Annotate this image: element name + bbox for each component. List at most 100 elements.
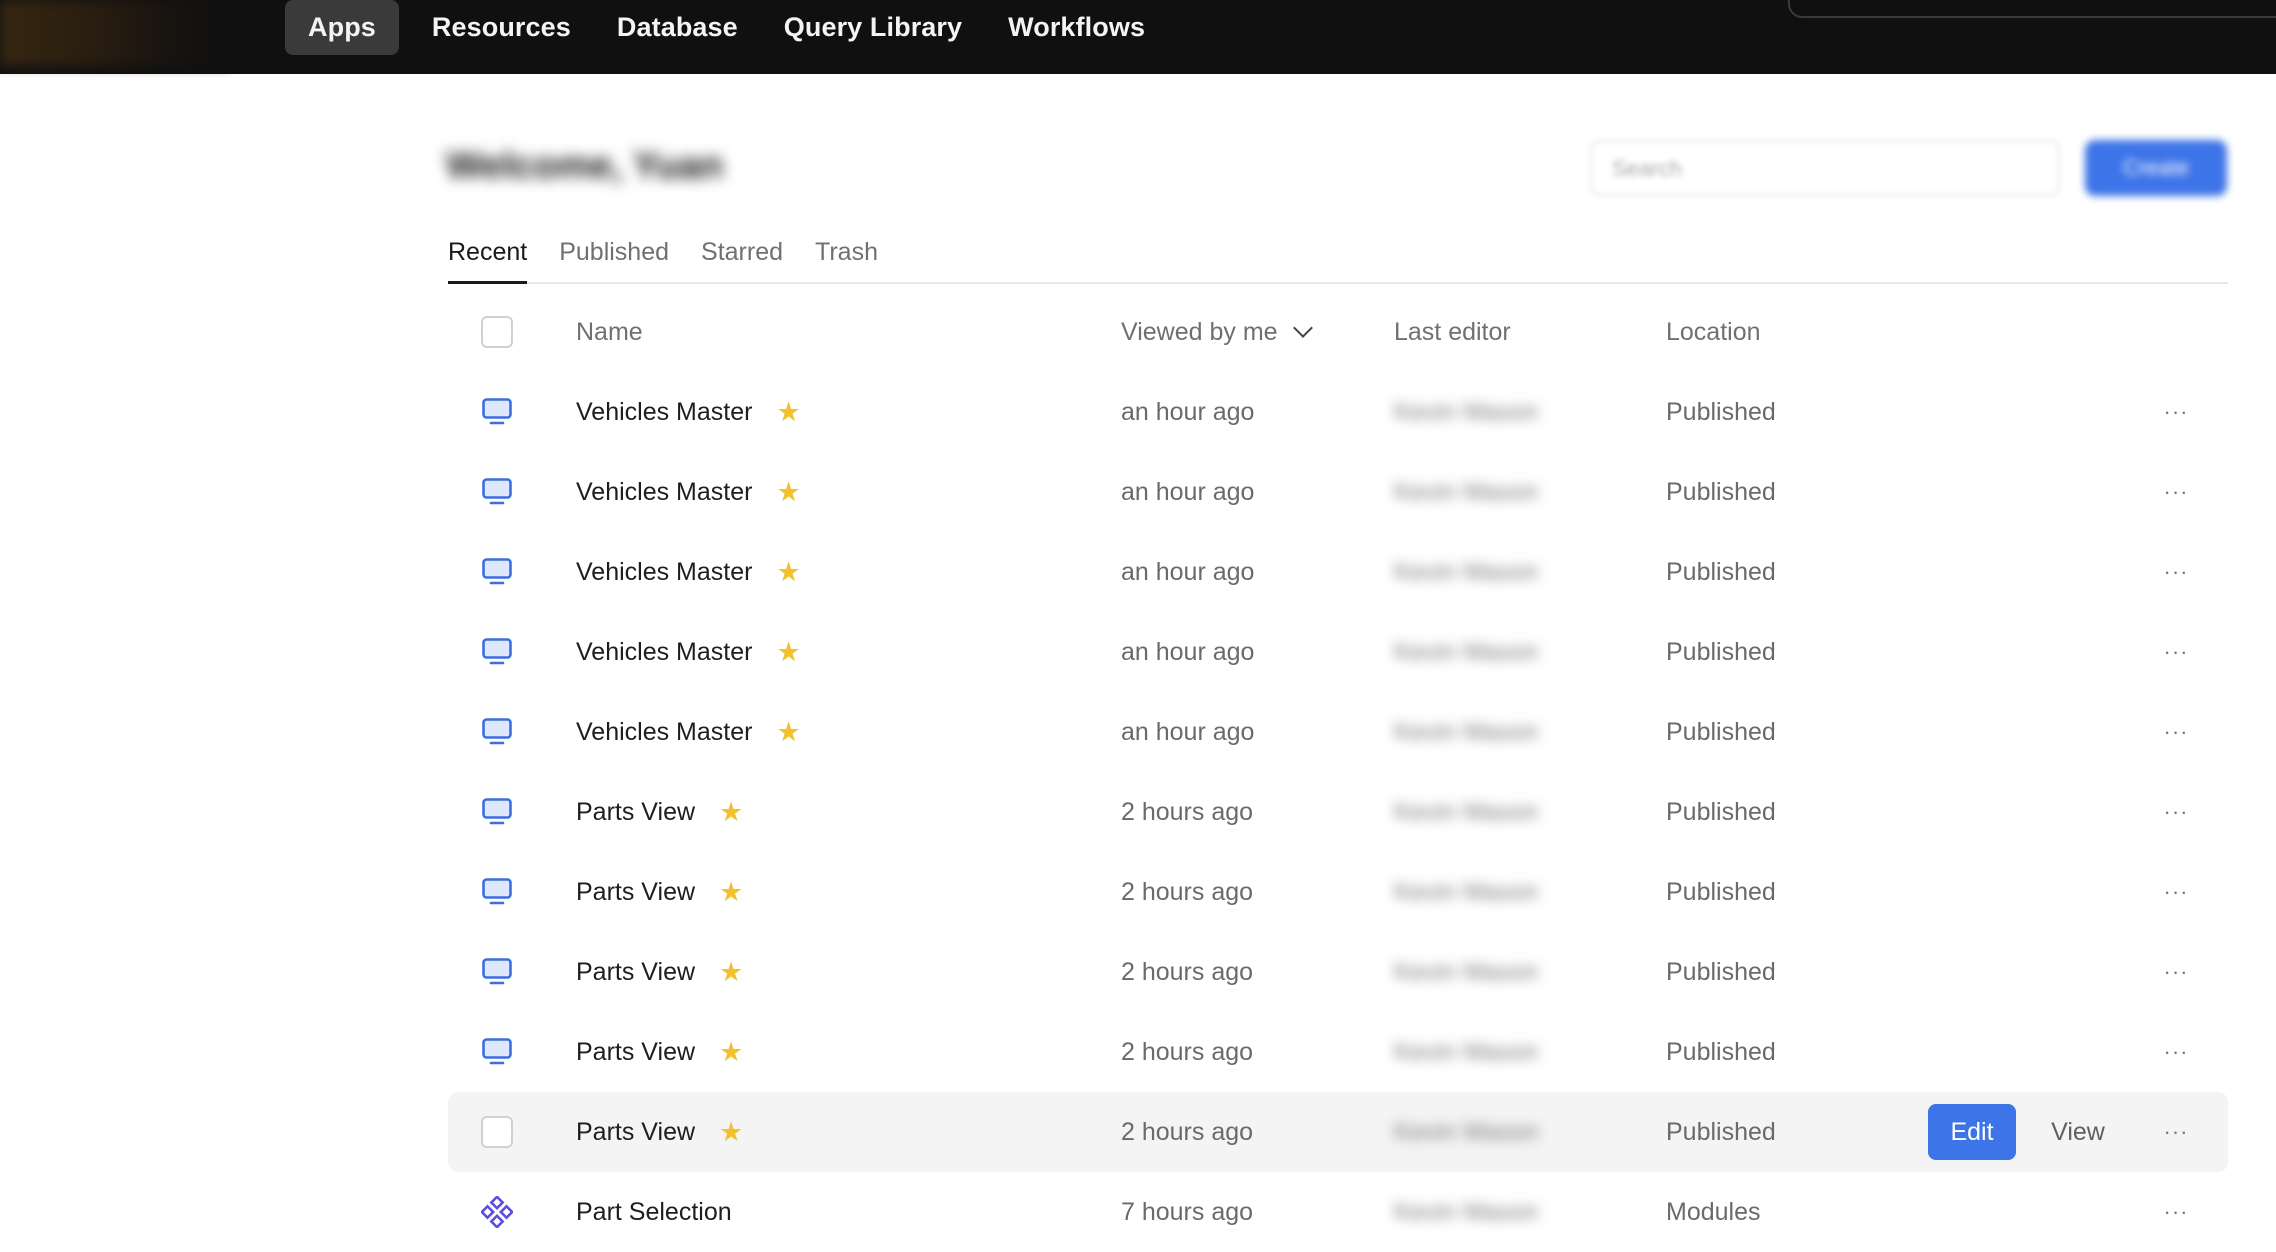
table-row[interactable]: Vehicles Master ★ an hour ago Kevin Mason Pu… <box>448 532 2228 612</box>
app-name[interactable]: Vehicles Master ★ <box>576 372 801 452</box>
location: Published <box>1666 397 1776 426</box>
star-icon[interactable]: ★ <box>776 477 800 508</box>
tab-trash[interactable]: Trash <box>815 230 878 284</box>
nav-item-workflows[interactable]: Workflows <box>985 0 1168 55</box>
app-name-label: Vehicles Master <box>576 397 753 426</box>
table-row[interactable]: Parts View ★ 2 hours ago Kevin Mason Publish… <box>448 1092 2228 1172</box>
last-editor: Kevin Mason <box>1394 797 1539 826</box>
app-name-label: Parts View <box>576 797 696 826</box>
chevron-down-icon[interactable] <box>1292 318 1313 338</box>
app-name[interactable]: Vehicles Master ★ <box>576 452 801 532</box>
select-all-checkbox[interactable] <box>481 316 513 348</box>
table-row[interactable]: Parts View ★ 2 hours ago Kevin Mason Publish… <box>448 932 2228 1012</box>
row-select-checkbox[interactable] <box>481 1116 513 1148</box>
app-name[interactable]: Parts View ★ <box>576 772 743 852</box>
nav-item-resources[interactable]: Resources <box>409 0 594 55</box>
more-options-icon[interactable]: ··· <box>2156 796 2196 828</box>
app-name-label: Parts View <box>576 1117 696 1146</box>
brand-logo[interactable] <box>0 0 230 66</box>
app-name[interactable]: Vehicles Master ★ <box>576 612 801 692</box>
app-name[interactable]: Vehicles Master ★ <box>576 692 801 772</box>
search-input[interactable]: Search <box>1590 140 2060 196</box>
monitor-icon <box>480 852 514 932</box>
more-options-icon[interactable]: ··· <box>2156 1196 2196 1228</box>
viewed-time: an hour ago <box>1121 557 1255 586</box>
view-button[interactable]: View <box>2038 1104 2118 1160</box>
last-editor: Kevin Mason <box>1394 477 1539 506</box>
star-icon[interactable]: ★ <box>719 797 743 828</box>
column-header-viewed-label: Viewed by me <box>1121 318 1278 346</box>
nav-item-apps[interactable]: Apps <box>285 0 399 55</box>
module-icon <box>480 1172 514 1252</box>
column-header-name[interactable]: Name <box>576 318 643 347</box>
last-editor: Kevin Mason <box>1394 557 1539 586</box>
app-name-label: Parts View <box>576 957 696 986</box>
table-row[interactable]: Vehicles Master ★ an hour ago Kevin Mason Pu… <box>448 452 2228 532</box>
more-options-icon[interactable]: ··· <box>2156 1116 2196 1148</box>
viewed-time: 2 hours ago <box>1121 1037 1254 1066</box>
table-row[interactable]: Part Selection 7 hours ago Kevin Mason Modu… <box>448 1172 2228 1252</box>
last-editor: Kevin Mason <box>1394 717 1539 746</box>
search-placeholder: Search <box>1612 156 1682 181</box>
star-icon[interactable]: ★ <box>719 957 743 988</box>
viewed-time: an hour ago <box>1121 717 1255 746</box>
tab-starred[interactable]: Starred <box>701 230 783 284</box>
viewed-time: 2 hours ago <box>1121 797 1254 826</box>
viewed-time: 2 hours ago <box>1121 957 1254 986</box>
tab-recent[interactable]: Recent <box>448 230 528 284</box>
table-header: Name Viewed by me Last editor Location <box>448 304 2228 360</box>
last-editor: Kevin Mason <box>1394 1037 1539 1066</box>
app-name-label: Parts View <box>576 877 696 906</box>
app-name[interactable]: Parts View ★ <box>576 1092 743 1172</box>
app-name[interactable]: Vehicles Master ★ <box>576 532 801 612</box>
more-options-icon[interactable]: ··· <box>2156 1036 2196 1068</box>
location: Published <box>1666 877 1776 906</box>
more-options-icon[interactable]: ··· <box>2156 716 2196 748</box>
app-name[interactable]: Part Selection <box>576 1172 732 1252</box>
star-icon[interactable]: ★ <box>776 557 800 588</box>
app-list: Vehicles Master ★ an hour ago Kevin Mason Pu… <box>448 372 2228 1252</box>
more-options-icon[interactable]: ··· <box>2156 396 2196 428</box>
more-options-icon[interactable]: ··· <box>2156 476 2196 508</box>
more-options-icon[interactable]: ··· <box>2156 876 2196 908</box>
star-icon[interactable]: ★ <box>719 1037 743 1068</box>
nav-item-query-library[interactable]: Query Library <box>761 0 985 55</box>
table-row[interactable]: Vehicles Master ★ an hour ago Kevin Mason Pu… <box>448 612 2228 692</box>
nav-item-database[interactable]: Database <box>594 0 761 55</box>
global-search-field[interactable] <box>1788 0 2276 18</box>
main-nav: Apps Resources Database Query Library Wo… <box>285 0 1168 55</box>
star-icon[interactable]: ★ <box>776 717 800 748</box>
table-row[interactable]: Vehicles Master ★ an hour ago Kevin Mason Pu… <box>448 692 2228 772</box>
more-options-icon[interactable]: ··· <box>2156 956 2196 988</box>
table-row[interactable]: Parts View ★ 2 hours ago Kevin Mason Publish… <box>448 852 2228 932</box>
app-name[interactable]: Parts View ★ <box>576 852 743 932</box>
column-header-editor[interactable]: Last editor <box>1394 318 1511 347</box>
star-icon[interactable]: ★ <box>719 877 743 908</box>
tab-bar: Recent Published Starred Trash <box>448 230 2228 284</box>
table-row[interactable]: Vehicles Master ★ an hour ago Kevin Mason Pu… <box>448 372 2228 452</box>
app-name[interactable]: Parts View ★ <box>576 1012 743 1092</box>
create-button[interactable]: Create <box>2085 140 2227 196</box>
top-navigation-bar: Apps Resources Database Query Library Wo… <box>0 0 2276 74</box>
star-icon[interactable]: ★ <box>776 637 800 668</box>
column-header-viewed[interactable]: Viewed by me <box>1121 318 1313 347</box>
last-editor: Kevin Mason <box>1394 1197 1539 1226</box>
table-row[interactable]: Parts View ★ 2 hours ago Kevin Mason Publish… <box>448 772 2228 852</box>
app-name-label: Vehicles Master <box>576 717 753 746</box>
last-editor: Kevin Mason <box>1394 637 1539 666</box>
tab-published[interactable]: Published <box>559 230 669 284</box>
viewed-time: 2 hours ago <box>1121 1117 1254 1146</box>
more-options-icon[interactable]: ··· <box>2156 636 2196 668</box>
app-name-label: Vehicles Master <box>576 637 753 666</box>
viewed-time: an hour ago <box>1121 637 1255 666</box>
app-name-label: Part Selection <box>576 1197 732 1226</box>
column-header-location[interactable]: Location <box>1666 318 1761 347</box>
more-options-icon[interactable]: ··· <box>2156 556 2196 588</box>
star-icon[interactable]: ★ <box>776 397 800 428</box>
star-icon[interactable]: ★ <box>719 1117 743 1148</box>
edit-button[interactable]: Edit <box>1928 1104 2016 1160</box>
viewed-time: an hour ago <box>1121 397 1255 426</box>
page-title: Welcome, Yuan <box>446 145 724 187</box>
app-name[interactable]: Parts View ★ <box>576 932 743 1012</box>
table-row[interactable]: Parts View ★ 2 hours ago Kevin Mason Publish… <box>448 1012 2228 1092</box>
